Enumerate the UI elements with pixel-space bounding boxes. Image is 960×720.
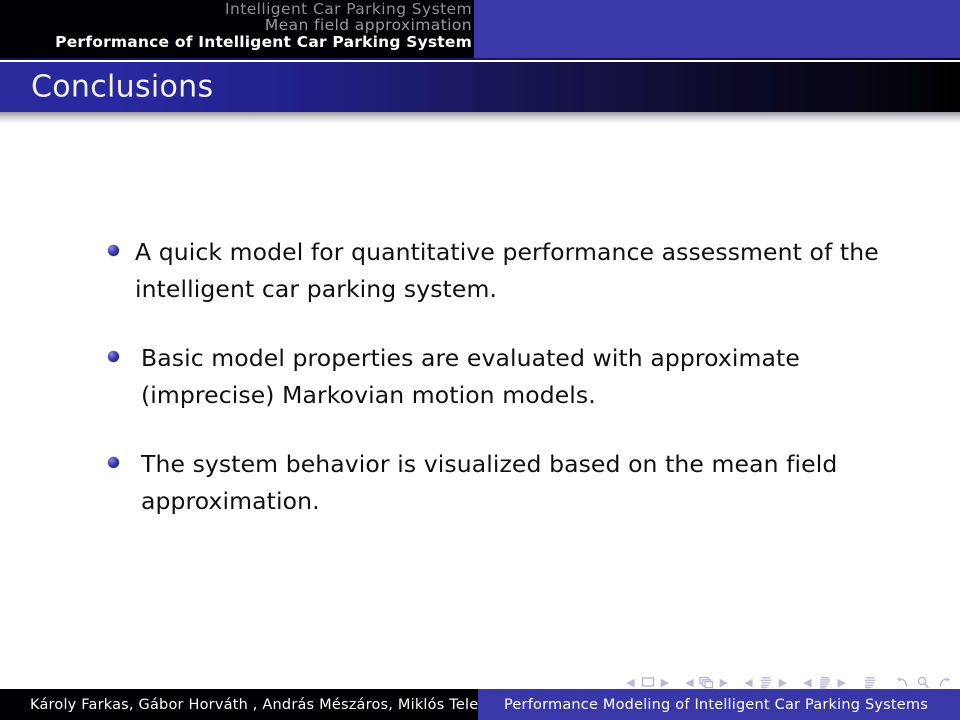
sphere-bullet-icon <box>108 457 119 468</box>
frame-icon[interactable] <box>699 675 715 689</box>
presentation-icon[interactable] <box>862 675 878 689</box>
next-subsection-icon[interactable]: ▶ <box>779 677 787 688</box>
previous-slide-icon[interactable]: ◀ <box>626 677 634 688</box>
beamer-slide: Intelligent Car Parking System Mean fiel… <box>0 0 960 720</box>
search-icon[interactable] <box>915 675 931 689</box>
subsection-navigation-group[interactable]: ◀ ▶ <box>744 675 787 689</box>
navigation-headline: Intelligent Car Parking System Mean fiel… <box>0 0 960 60</box>
previous-subsection-icon[interactable]: ◀ <box>744 677 752 688</box>
headline-underline <box>0 58 960 60</box>
slide-body: A quick model for quantitative performan… <box>0 124 960 664</box>
presentation-navigation-group[interactable] <box>862 675 878 689</box>
document-navigation-group[interactable] <box>894 675 952 689</box>
previous-section-icon[interactable]: ◀ <box>803 677 811 688</box>
list-item: A quick model for quantitative performan… <box>0 234 960 308</box>
bullet-list: A quick model for quantitative performan… <box>0 234 960 552</box>
back-arrow-icon[interactable] <box>894 675 910 689</box>
forward-arrow-icon[interactable] <box>936 675 952 689</box>
previous-frame-icon[interactable]: ◀ <box>685 677 693 688</box>
footline: Károly Farkas, Gábor Horváth , András Mé… <box>0 689 960 720</box>
section-navigation-lines: Intelligent Car Parking System Mean fiel… <box>55 1 472 51</box>
headline-accent-panel <box>474 0 960 58</box>
next-slide-icon[interactable]: ▶ <box>661 677 669 688</box>
footline-short-title: Performance Modeling of Intelligent Car … <box>504 696 928 713</box>
sphere-bullet-icon <box>108 245 119 256</box>
frame-title-shadow <box>0 112 960 124</box>
footline-author-panel: Károly Farkas, Gábor Horváth , András Mé… <box>0 689 478 720</box>
section-navigation-group[interactable]: ◀ ▶ <box>803 675 846 689</box>
frame-title-bar: Conclusions <box>0 62 960 112</box>
section-icon[interactable] <box>817 675 833 689</box>
list-item-text: The system behavior is visualized based … <box>141 450 838 515</box>
sphere-bullet-icon <box>108 351 119 362</box>
page-title: Conclusions <box>31 69 214 105</box>
slide-navigation-group[interactable]: ◀ ▶ <box>626 675 669 689</box>
list-item-text: A quick model for quantitative performan… <box>135 238 879 303</box>
next-frame-icon[interactable]: ▶ <box>720 677 728 688</box>
footline-author: Károly Farkas, Gábor Horváth , András Mé… <box>30 696 478 713</box>
list-item-text: Basic model properties are evaluated wit… <box>141 344 800 409</box>
frame-navigation-group[interactable]: ◀ ▶ <box>685 675 728 689</box>
nav-line-section[interactable]: Mean field approximation <box>55 17 472 35</box>
subsection-icon[interactable] <box>758 675 774 689</box>
list-item: Basic model properties are evaluated wit… <box>0 340 960 414</box>
slide-icon[interactable] <box>640 675 656 689</box>
footline-title-panel: Performance Modeling of Intelligent Car … <box>478 689 960 720</box>
list-item: The system behavior is visualized based … <box>0 446 960 520</box>
nav-line-current-subsection[interactable]: Performance of Intelligent Car Parking S… <box>55 34 472 51</box>
next-section-icon[interactable]: ▶ <box>838 677 846 688</box>
